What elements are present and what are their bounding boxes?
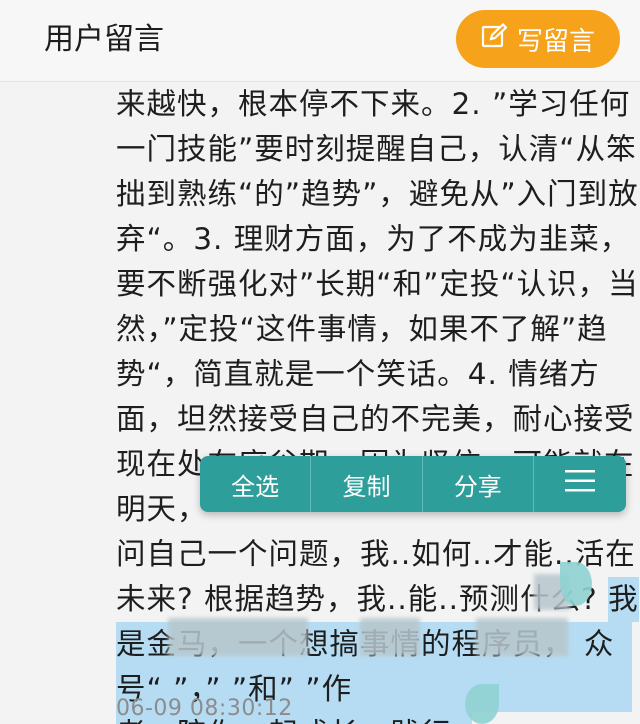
share-button[interactable]: 分享 bbox=[423, 456, 533, 512]
selected-text[interactable]: 我 bbox=[608, 577, 639, 622]
comment-line: 来越快，根本停不下来。2. ”学习任何 bbox=[116, 87, 631, 121]
comment-line: 弃“。3. 理财方面，为了不成为韭菜， bbox=[116, 222, 631, 256]
comment-line: 面，坦然接受自己的不完美，耐心接受 bbox=[116, 402, 635, 436]
write-comment-label: 写留言 bbox=[516, 26, 595, 57]
edit-icon bbox=[481, 22, 508, 56]
hamburger-icon bbox=[564, 469, 595, 499]
redacted-region bbox=[168, 618, 308, 656]
selection-handle[interactable] bbox=[465, 684, 499, 724]
comment-line: 一门技能”要时刻提醒自己，认清“从笨 bbox=[116, 132, 637, 166]
comment-timestamp: 06-09 08:30:12 bbox=[116, 696, 293, 721]
selection-end-handle[interactable] bbox=[560, 562, 592, 606]
page-title: 用户留言 bbox=[44, 22, 164, 57]
comment-line: 然，”定投“这件事情，如果不了解”趋 bbox=[116, 312, 608, 346]
text-selection-toolbar: 全选 复制 分享 bbox=[200, 456, 626, 512]
select-all-button[interactable]: 全选 bbox=[200, 456, 310, 512]
comment-line: 拙到熟练“的”趋势”，避免从”入门到放 bbox=[116, 177, 639, 211]
comment-line-start: 问自己 bbox=[116, 537, 208, 571]
redacted-region bbox=[476, 618, 568, 656]
comment-line: 要不断强化对”长期“和”定投“认识，当 bbox=[116, 267, 639, 301]
write-comment-button[interactable]: 写留言 bbox=[456, 10, 620, 68]
comment-line: 势“，简直就是一个笑话。4. 情绪方 bbox=[116, 357, 600, 391]
more-menu-button[interactable] bbox=[534, 456, 626, 512]
header-bar: 用户留言 写留言 bbox=[0, 0, 640, 82]
redacted-region bbox=[360, 618, 420, 656]
comment-line: 问自己一个问题，我..如何..才能..活在 bbox=[116, 532, 636, 577]
copy-button[interactable]: 复制 bbox=[311, 456, 421, 512]
